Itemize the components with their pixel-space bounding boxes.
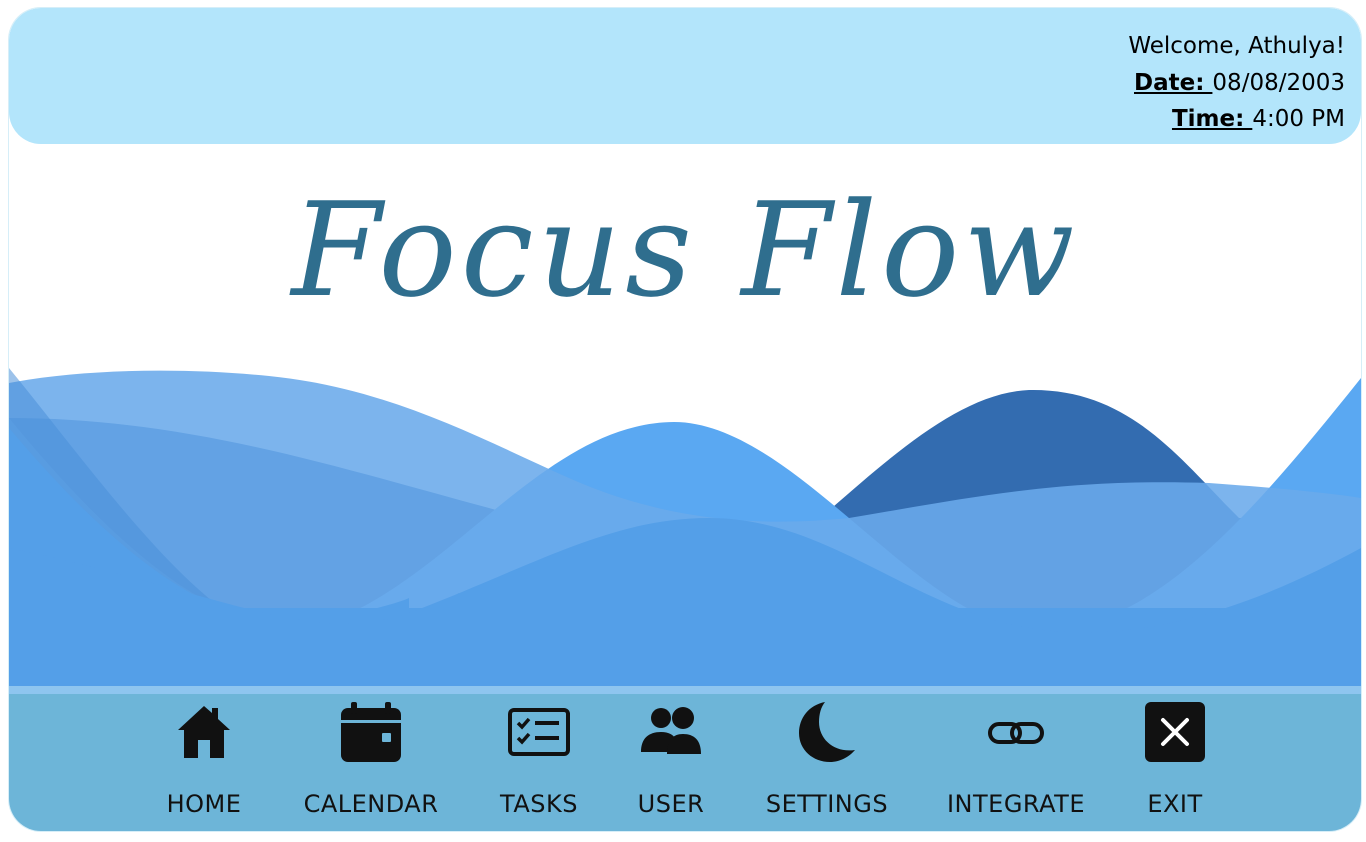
time-value: 4:00 PM (1252, 106, 1345, 132)
date-line: Date: 08/08/2003 (1128, 65, 1345, 102)
moon-icon (795, 700, 859, 764)
nav-calendar-label: CALENDAR (303, 790, 439, 818)
nav-exit-label: EXIT (1147, 790, 1203, 818)
date-value: 08/08/2003 (1212, 69, 1345, 96)
bottom-nav: HOME CALENDAR TASKS USER SETTINGS INTEGR… (9, 686, 1361, 831)
wave-decoration (9, 368, 1361, 698)
welcome-text: Welcome, Athulya! (1128, 33, 1345, 59)
tasks-icon (507, 700, 571, 764)
date-label: Date: (1134, 69, 1213, 96)
time-line: Time: 4:00 PM (1128, 101, 1345, 138)
nav-tasks[interactable]: TASKS (494, 694, 584, 831)
home-icon (172, 700, 236, 764)
nav-integrate-label: INTEGRATE (946, 790, 1086, 818)
time-label: Time: (1171, 106, 1253, 132)
nav-home[interactable]: HOME (164, 694, 244, 831)
calendar-icon (339, 700, 403, 764)
close-icon (1143, 700, 1207, 764)
nav-calendar[interactable]: CALENDAR (301, 694, 441, 831)
nav-home-label: HOME (166, 790, 242, 818)
user-info: Welcome, Athulya! Date: 08/08/2003 Time:… (1128, 28, 1345, 138)
app-title: Focus Flow (291, 174, 1079, 326)
nav-settings[interactable]: SETTINGS (764, 694, 890, 831)
nav-tasks-label: TASKS (500, 790, 578, 818)
nav-exit[interactable]: EXIT (1139, 694, 1211, 831)
nav-settings-label: SETTINGS (765, 790, 889, 818)
nav-user[interactable]: USER (629, 694, 713, 831)
app-window: Welcome, Athulya! Date: 08/08/2003 Time:… (9, 8, 1361, 831)
link-icon (984, 700, 1048, 764)
users-icon (639, 700, 703, 764)
header-bar: Welcome, Athulya! Date: 08/08/2003 Time:… (9, 8, 1361, 144)
nav-user-label: USER (637, 790, 705, 818)
nav-integrate[interactable]: INTEGRATE (945, 694, 1087, 831)
